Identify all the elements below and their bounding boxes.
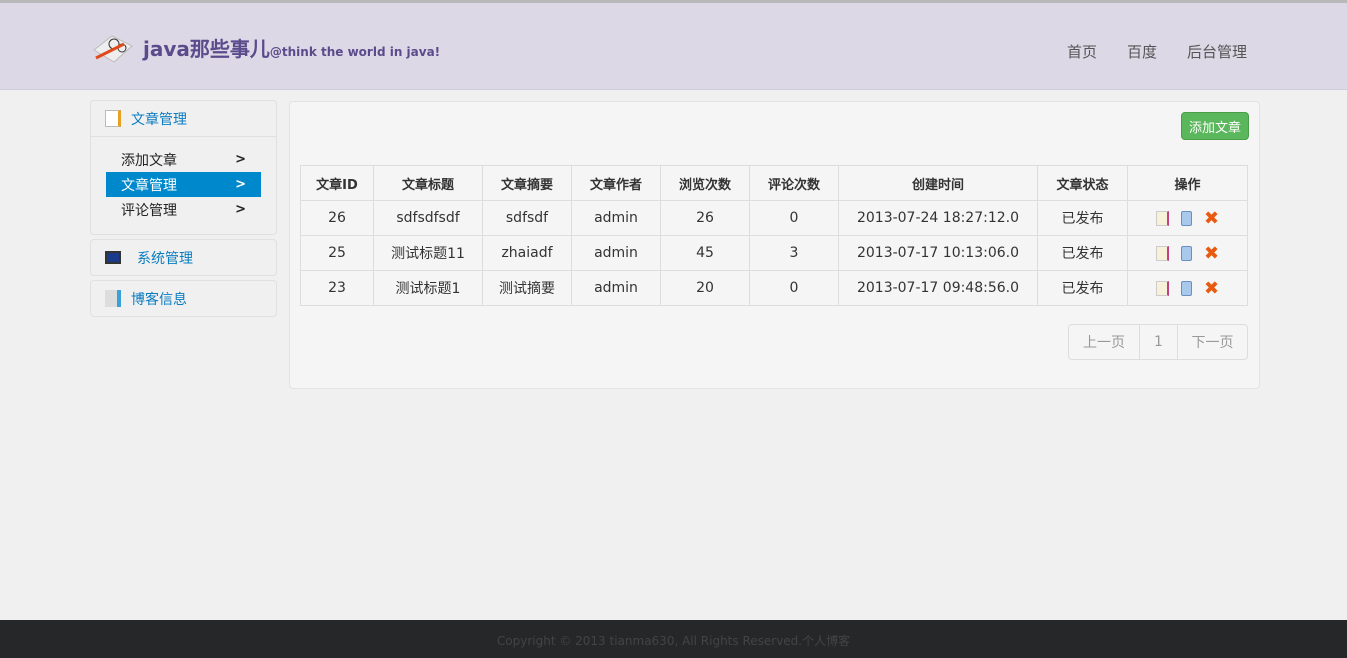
sidebar-item-label: 添加文章	[121, 152, 177, 169]
column-header: 浏览次数	[660, 165, 750, 201]
table-cell: 45	[660, 235, 750, 271]
nav-baidu[interactable]: 百度	[1127, 41, 1157, 62]
sidebar-group-articles: 文章管理 添加文章 > 文章管理 > 评论管理 >	[90, 100, 277, 235]
sidebar-item-add-article[interactable]: 添加文章 >	[106, 147, 261, 172]
table-cell: 已发布	[1037, 200, 1128, 236]
sidebar-group-system: 系统管理	[90, 239, 277, 276]
column-header: 评论次数	[749, 165, 839, 201]
column-header: 文章ID	[300, 165, 374, 201]
edit-icon[interactable]	[1155, 280, 1169, 296]
nav-home[interactable]: 首页	[1067, 41, 1097, 62]
sidebar-header-blog[interactable]: 博客信息	[91, 281, 276, 316]
table-cell: 0	[749, 270, 839, 306]
table-cell: 测试摘要	[482, 270, 572, 306]
prev-page-button[interactable]: 上一页	[1069, 325, 1139, 359]
copyright-text: Copyright © 2013 tianma630, All Rights R…	[496, 634, 851, 648]
sidebar-header-articles[interactable]: 文章管理	[91, 101, 276, 136]
pagination: 上一页 1 下一页	[1068, 324, 1248, 360]
chevron-right-icon: >	[235, 152, 246, 167]
edit-icon[interactable]	[1155, 210, 1169, 226]
table-cell: 2013-07-24 18:27:12.0	[838, 200, 1038, 236]
site-title[interactable]: java那些事儿@think the world in java!	[143, 33, 440, 62]
delete-icon[interactable]: ✖	[1204, 278, 1219, 299]
sidebar-item-label: 文章管理	[121, 177, 177, 194]
top-nav: 首页 百度 后台管理	[1067, 41, 1247, 62]
table-cell: admin	[571, 270, 661, 306]
sidebar-group-label: 博客信息	[131, 291, 187, 308]
delete-icon[interactable]: ✖	[1204, 243, 1219, 264]
table-cell: 3	[749, 235, 839, 271]
chevron-right-icon: >	[235, 202, 246, 217]
table-cell: 测试标题11	[373, 235, 483, 271]
column-header: 文章作者	[571, 165, 661, 201]
actions-cell: ✖	[1127, 200, 1248, 236]
blog-info-icon	[105, 290, 121, 307]
table-cell: admin	[571, 235, 661, 271]
trash-icon[interactable]	[1180, 210, 1192, 226]
footer: Copyright © 2013 tianma630, All Rights R…	[0, 620, 1347, 658]
articles-table: 文章ID 文章标题 文章摘要 文章作者 浏览次数 评论次数 创建时间 文章状态 操作 26 sdf…	[300, 165, 1248, 306]
table-cell: 2013-07-17 10:13:06.0	[838, 235, 1038, 271]
table-row: 26 sdfsdfsdf sdfsdf admin 26 0 2013-07-24 18:2…	[300, 200, 1248, 236]
brand-name: java那些事儿	[143, 37, 270, 61]
column-header: 创建时间	[838, 165, 1038, 201]
table-cell: 已发布	[1037, 270, 1128, 306]
table-cell: 20	[660, 270, 750, 306]
table-cell: 26	[660, 200, 750, 236]
table-cell: 测试标题1	[373, 270, 483, 306]
table-cell: 0	[749, 200, 839, 236]
tagline: @think the world in java!	[269, 45, 441, 59]
monitor-icon	[105, 251, 121, 264]
table-row: 23 测试标题1 测试摘要 admin 20 0 2013-07-17 09:48:56.0…	[300, 270, 1248, 306]
sidebar: 文章管理 添加文章 > 文章管理 > 评论管理 > 系统管理 博客信息	[90, 100, 277, 321]
edit-doc-icon	[105, 110, 121, 127]
logo-icon	[93, 35, 133, 63]
table-cell: zhaiadf	[482, 235, 572, 271]
table-cell: 25	[300, 235, 374, 271]
main-panel: 添加文章 文章ID 文章标题 文章摘要 文章作者 浏览次数 评论次数 创建时间 文章状态 操作 …	[289, 101, 1260, 389]
table-cell: 已发布	[1037, 235, 1128, 271]
column-header: 操作	[1127, 165, 1248, 201]
sidebar-group-label: 文章管理	[131, 111, 187, 128]
table-row: 25 测试标题11 zhaiadf admin 45 3 2013-07-17 10:13:…	[300, 235, 1248, 271]
header: java那些事儿@think the world in java! 首页 百度 …	[0, 3, 1347, 90]
table-cell: 26	[300, 200, 374, 236]
table-cell: 23	[300, 270, 374, 306]
table-header-row: 文章ID 文章标题 文章摘要 文章作者 浏览次数 评论次数 创建时间 文章状态 操作	[300, 165, 1248, 201]
sidebar-submenu: 添加文章 > 文章管理 > 评论管理 >	[91, 136, 276, 234]
column-header: 文章状态	[1037, 165, 1128, 201]
sidebar-group-label: 系统管理	[137, 250, 193, 267]
table-cell: 2013-07-17 09:48:56.0	[838, 270, 1038, 306]
sidebar-group-blog: 博客信息	[90, 280, 277, 317]
delete-icon[interactable]: ✖	[1204, 208, 1219, 229]
sidebar-item-comment-manage[interactable]: 评论管理 >	[106, 197, 261, 222]
sidebar-header-system[interactable]: 系统管理	[91, 240, 276, 275]
trash-icon[interactable]	[1180, 280, 1192, 296]
table-cell: sdfsdf	[482, 200, 572, 236]
add-article-button[interactable]: 添加文章	[1181, 112, 1249, 140]
page-1-button[interactable]: 1	[1139, 325, 1177, 359]
chevron-right-icon: >	[235, 177, 246, 192]
nav-admin[interactable]: 后台管理	[1187, 41, 1247, 62]
edit-icon[interactable]	[1155, 245, 1169, 261]
trash-icon[interactable]	[1180, 245, 1192, 261]
table-cell: sdfsdfsdf	[373, 200, 483, 236]
actions-cell: ✖	[1127, 235, 1248, 271]
actions-cell: ✖	[1127, 270, 1248, 306]
sidebar-item-article-manage[interactable]: 文章管理 >	[106, 172, 261, 197]
next-page-button[interactable]: 下一页	[1177, 325, 1247, 359]
column-header: 文章标题	[373, 165, 483, 201]
column-header: 文章摘要	[482, 165, 572, 201]
sidebar-item-label: 评论管理	[121, 202, 177, 219]
table-cell: admin	[571, 200, 661, 236]
